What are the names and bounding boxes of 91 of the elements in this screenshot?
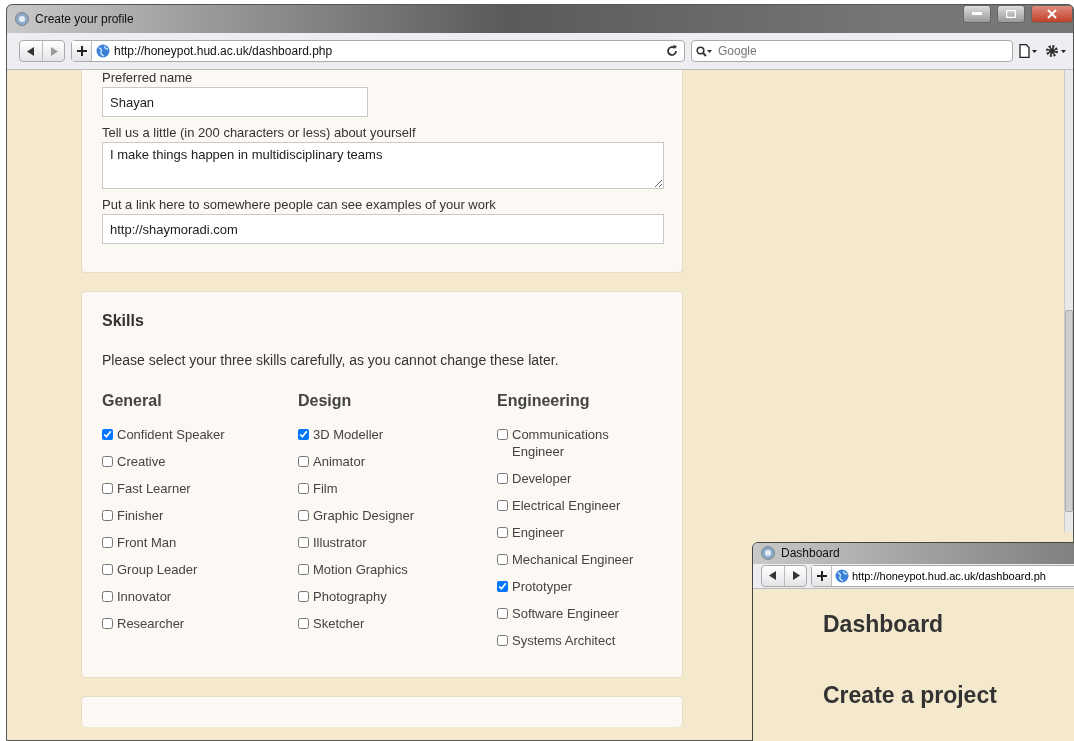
minimize-button[interactable] — [963, 5, 991, 23]
plus-icon — [816, 570, 827, 581]
skill-label: Confident Speaker — [117, 426, 225, 443]
skill-checkbox[interactable] — [298, 456, 309, 467]
page-heading: Dashboard — [823, 611, 945, 638]
add-bookmark-button[interactable] — [812, 565, 832, 586]
browser-logo-icon — [15, 12, 29, 26]
skill-checkbox[interactable] — [497, 500, 508, 511]
column-heading: Design — [298, 392, 353, 410]
skill-label: Innovator — [117, 588, 172, 605]
skill-label: Communications Engineer — [512, 426, 610, 460]
skill-label: Developer — [512, 470, 572, 487]
maximize-button[interactable] — [997, 5, 1025, 23]
skill-checkbox[interactable] — [298, 483, 309, 494]
skill-checkbox[interactable] — [497, 608, 508, 619]
input-field[interactable]: Shayan — [102, 87, 368, 117]
section-heading: Skills — [102, 312, 145, 330]
settings-menu-button[interactable] — [1045, 44, 1067, 58]
skill-checkbox[interactable] — [497, 635, 508, 646]
globe-icon — [835, 568, 849, 583]
left-triangle-icon — [769, 571, 777, 581]
skill-checkbox[interactable] — [298, 618, 309, 629]
skill-label: Graphic Designer — [313, 507, 415, 524]
globe-icon — [96, 44, 110, 58]
skill-label: Software Engineer — [512, 605, 619, 622]
address-bar[interactable]: http://honeypot.hud.ac.uk/dashboard.ph — [811, 564, 1074, 587]
skill-label: Fast Learner — [117, 480, 191, 497]
browser-logo-icon — [761, 546, 775, 561]
skill-checkbox[interactable] — [298, 564, 309, 575]
search-box[interactable]: Google — [691, 40, 1013, 62]
page-menu-button[interactable] — [1019, 44, 1039, 58]
skill-checkbox[interactable] — [298, 510, 309, 521]
skill-label: Film — [313, 480, 338, 497]
reload-icon[interactable] — [666, 45, 678, 57]
search-icon[interactable] — [696, 45, 712, 57]
skill-checkbox[interactable] — [497, 581, 508, 592]
skill-checkbox[interactable] — [102, 537, 113, 548]
skill-checkbox[interactable] — [102, 429, 113, 440]
skill-checkbox[interactable] — [497, 473, 508, 484]
skill-checkbox[interactable] — [497, 429, 508, 440]
scrollbar[interactable] — [1064, 70, 1073, 532]
window-title: Dashboard — [781, 546, 840, 561]
dashboard-window[interactable]: Dashboard http://honeypot.hud.ac.uk/dashboard.ph Dashboard Create a project — [752, 542, 1074, 741]
skill-label: Engineer — [512, 524, 565, 541]
right-triangle-icon — [791, 571, 800, 581]
address-bar[interactable]: http://honeypot.hud.ac.uk/dashboard.php — [71, 40, 685, 62]
skill-label: 3D Modeller — [313, 426, 384, 443]
window-title: Create your profile — [35, 12, 134, 26]
skill-checkbox[interactable] — [497, 527, 508, 538]
skill-label: Animator — [313, 453, 366, 470]
maximize-icon — [1006, 10, 1016, 18]
field-label: Tell us a little (in 200 characters or less) about yourself — [102, 125, 417, 140]
close-button[interactable] — [1031, 5, 1073, 23]
skill-label: Electrical Engineer — [512, 497, 621, 514]
search-field[interactable]: Google — [716, 43, 1008, 59]
minimize-icon — [972, 12, 982, 16]
skill-checkbox[interactable] — [298, 429, 309, 440]
skill-label: Researcher — [117, 615, 185, 632]
skill-checkbox[interactable] — [102, 456, 113, 467]
skill-checkbox[interactable] — [497, 554, 508, 565]
skill-label: Sketcher — [313, 615, 365, 632]
skill-label: Group Leader — [117, 561, 198, 578]
page-heading: Create a project — [823, 682, 998, 709]
close-icon — [1047, 9, 1057, 19]
skill-checkbox[interactable] — [102, 483, 113, 494]
input-field[interactable]: http://shaymoradi.com — [102, 214, 664, 244]
add-bookmark-button[interactable] — [72, 41, 92, 61]
instruction-text: Please select your three skills carefully, as you cannot change these later. — [102, 352, 560, 368]
skill-checkbox[interactable] — [298, 537, 309, 548]
skill-label: Photography — [313, 588, 387, 605]
field-label: Preferred name — [102, 70, 194, 85]
right-triangle-icon — [49, 46, 58, 56]
text-area[interactable]: I make things happen in multidisciplinary teams — [102, 142, 664, 189]
skill-label: Creative — [117, 453, 166, 470]
skill-label: Systems Architect — [512, 632, 616, 649]
skill-label: Illustrator — [313, 534, 367, 551]
skill-checkbox[interactable] — [102, 618, 113, 629]
skill-label: Prototyper — [512, 578, 572, 595]
skill-label: Finisher — [117, 507, 164, 524]
plus-icon — [76, 46, 87, 56]
skill-checkbox[interactable] — [298, 591, 309, 602]
skill-label: Mechanical Engineer — [512, 551, 634, 568]
skill-checkbox[interactable] — [102, 510, 113, 521]
left-triangle-icon — [27, 46, 35, 56]
skill-label: Motion Graphics — [313, 561, 408, 578]
field-label: Put a link here to somewhere people can see examples of your work — [102, 197, 497, 212]
skill-checkbox[interactable] — [102, 564, 113, 575]
column-heading: Engineering — [497, 392, 591, 410]
skill-checkbox[interactable] — [102, 591, 113, 602]
skill-label: Front Man — [117, 534, 177, 551]
column-heading: General — [102, 392, 163, 410]
